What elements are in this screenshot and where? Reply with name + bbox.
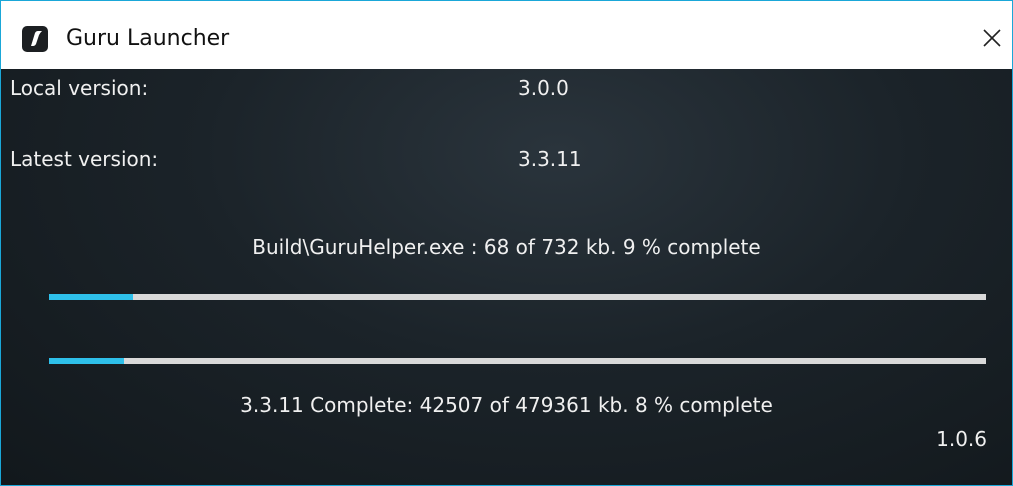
total-progress-bar xyxy=(49,358,986,364)
window-title: Guru Launcher xyxy=(66,26,230,51)
close-icon xyxy=(983,29,1001,47)
guru-app-icon xyxy=(22,26,48,52)
title-bar[interactable]: Guru Launcher xyxy=(1,1,1012,69)
file-progress-fill xyxy=(49,294,134,300)
total-progress-status: 3.3.11 Complete: 42507 of 479361 kb. 8 %… xyxy=(240,393,773,417)
latest-version-value: 3.3.11 xyxy=(518,147,582,171)
total-progress-fill xyxy=(49,358,124,364)
launcher-body: Local version: 3.0.0 Latest version: 3.3… xyxy=(1,69,1012,485)
local-version-value: 3.0.0 xyxy=(518,76,569,100)
file-progress-bar xyxy=(49,294,986,300)
close-button[interactable] xyxy=(972,15,1012,61)
file-progress-status: Build\GuruHelper.exe : 68 of 732 kb. 9 %… xyxy=(252,235,761,259)
launcher-version: 1.0.6 xyxy=(936,427,987,451)
launcher-window: Guru Launcher Local version: 3.0.0 Lates… xyxy=(0,0,1013,486)
latest-version-label: Latest version: xyxy=(10,147,159,171)
local-version-label: Local version: xyxy=(10,76,149,100)
